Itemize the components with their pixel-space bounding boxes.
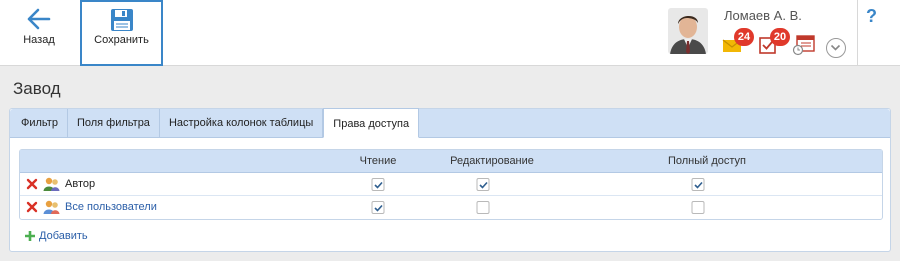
delete-icon[interactable] — [26, 178, 38, 190]
table-row: Автор — [20, 173, 882, 196]
add-button[interactable]: Добавить — [24, 230, 88, 242]
page-title: Завод — [13, 79, 61, 98]
save-button[interactable]: Сохранить — [80, 0, 163, 66]
help-button[interactable]: ? — [866, 6, 877, 27]
settings-panel: Фильтр Поля фильтра Настройка колонок та… — [9, 108, 891, 252]
full-access-checkbox[interactable] — [691, 178, 705, 191]
user-name: Ломаев А. В. — [724, 8, 802, 23]
add-label: Добавить — [39, 230, 88, 242]
tab-filter[interactable]: Фильтр — [12, 109, 68, 137]
user-menu-toggle[interactable] — [826, 38, 846, 58]
top-toolbar: Назад Сохранить Ломаев А. В. 24 20 ? — [0, 0, 900, 66]
tab-filter-fields[interactable]: Поля фильтра — [68, 109, 160, 137]
toolbar-divider — [857, 0, 858, 66]
row-name-author: Автор — [65, 178, 96, 190]
read-checkbox[interactable] — [371, 178, 385, 191]
table-row: Все пользователи — [20, 196, 882, 219]
avatar[interactable] — [668, 8, 708, 54]
row-name-all-users[interactable]: Все пользователи — [65, 196, 157, 219]
tab-table-columns[interactable]: Настройка колонок таблицы — [160, 109, 324, 137]
edit-checkbox[interactable] — [476, 178, 490, 191]
calendar-icon — [792, 35, 815, 56]
save-label: Сохранить — [94, 34, 149, 46]
users-icon — [43, 200, 60, 214]
tab-bar: Фильтр Поля фильтра Настройка колонок та… — [10, 108, 890, 138]
chevron-down-icon — [830, 44, 841, 51]
full-access-checkbox[interactable] — [691, 201, 705, 214]
back-arrow-icon — [27, 8, 51, 30]
table-header: Чтение Редактирование Полный доступ — [20, 150, 882, 173]
tasks-notification[interactable]: 20 — [758, 28, 790, 54]
tasks-count-badge: 20 — [770, 28, 790, 46]
delete-icon[interactable] — [26, 201, 38, 213]
edit-checkbox[interactable] — [476, 201, 490, 214]
plus-icon — [25, 231, 35, 241]
back-label: Назад — [23, 34, 55, 46]
column-header-read: Чтение — [359, 155, 397, 167]
mail-notification[interactable]: 24 — [722, 28, 754, 54]
mail-count-badge: 24 — [734, 28, 754, 46]
column-header-edit: Редактирование — [450, 155, 534, 167]
read-checkbox[interactable] — [371, 201, 385, 214]
user-group-icon — [43, 177, 60, 191]
access-rights-table: Чтение Редактирование Полный доступ Авто… — [19, 149, 883, 220]
column-header-full-access: Полный доступ — [667, 155, 747, 167]
tab-access-rights[interactable]: Права доступа — [323, 108, 420, 138]
back-button[interactable]: Назад — [14, 0, 64, 66]
save-disk-icon — [110, 9, 133, 31]
calendar-button[interactable] — [792, 32, 815, 56]
